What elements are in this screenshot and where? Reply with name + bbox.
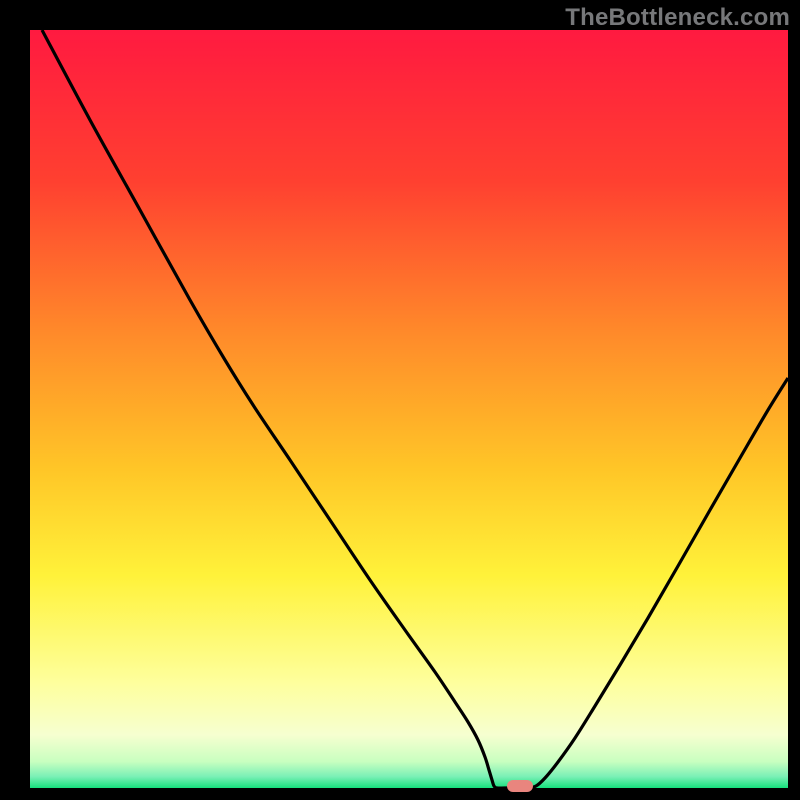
chart-root: TheBottleneck.com <box>0 0 800 800</box>
optimal-zone-pill <box>507 780 533 792</box>
plot-background <box>30 30 788 788</box>
watermark-label: TheBottleneck.com <box>565 4 790 32</box>
bottleneck-chart <box>0 0 800 800</box>
